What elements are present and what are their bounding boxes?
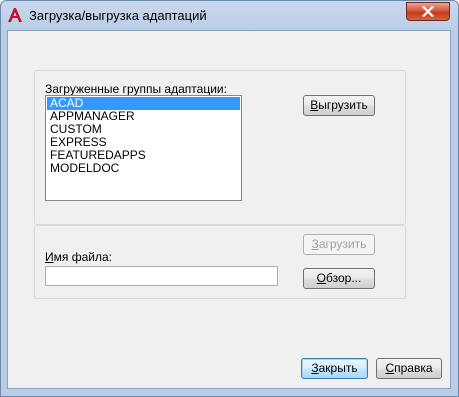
loaded-groups-label: Загруженные группы адаптации: [45, 82, 227, 96]
title-bar: Загрузка/выгрузка адаптаций [1, 1, 458, 31]
close-x-icon [422, 6, 434, 17]
browse-button[interactable]: Обзор... [303, 268, 375, 289]
list-item[interactable]: MODELDOC [47, 162, 240, 175]
load-button[interactable]: Загрузить [303, 234, 375, 255]
unload-button[interactable]: Выгрузить [303, 95, 375, 116]
help-button[interactable]: Справка [376, 358, 442, 379]
close-window-button[interactable] [406, 2, 450, 21]
close-button[interactable]: Закрыть [301, 358, 368, 379]
file-name-input[interactable] [45, 266, 278, 286]
file-name-label: Имя файла: [45, 250, 112, 264]
loaded-groups-listbox[interactable]: ACAD APPMANAGER CUSTOM EXPRESS FEATUREDAPPS M… [45, 95, 242, 201]
autocad-a-icon [7, 7, 23, 23]
window-title: Загрузка/выгрузка адаптаций [29, 8, 207, 23]
